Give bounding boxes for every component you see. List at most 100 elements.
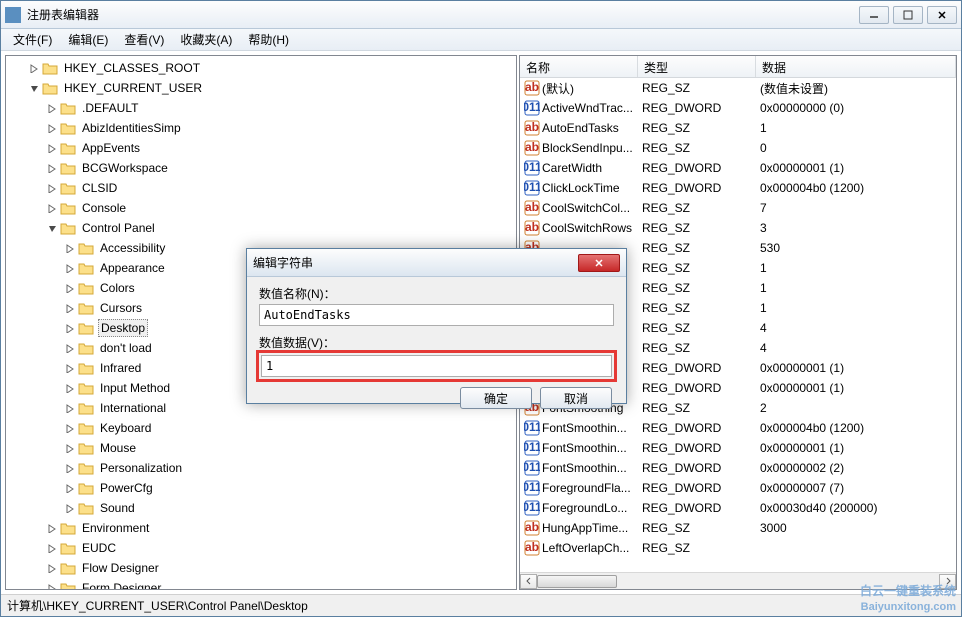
tree-item[interactable]: .DEFAULT [6, 98, 516, 118]
expand-icon[interactable] [28, 62, 40, 74]
expand-icon[interactable] [64, 242, 76, 254]
ok-button[interactable]: 确定 [460, 387, 532, 409]
table-row[interactable]: ForegroundLo...REG_DWORD0x00030d40 (2000… [520, 498, 956, 518]
expand-icon[interactable] [46, 542, 58, 554]
expand-icon[interactable] [64, 422, 76, 434]
expand-icon[interactable] [46, 162, 58, 174]
expand-icon[interactable] [46, 182, 58, 194]
tree-item[interactable]: EUDC [6, 538, 516, 558]
tree-item[interactable]: Flow Designer [6, 558, 516, 578]
tree-label[interactable]: Sound [98, 500, 137, 516]
tree-item[interactable]: CLSID [6, 178, 516, 198]
tree-label[interactable]: Infrared [98, 360, 143, 376]
tree-label[interactable]: don't load [98, 340, 154, 356]
tree-label[interactable]: Control Panel [80, 220, 157, 236]
tree-label[interactable]: Personalization [98, 460, 184, 476]
maximize-button[interactable] [893, 6, 923, 24]
tree-label[interactable]: AppEvents [80, 140, 142, 156]
tree-label[interactable]: HKEY_CLASSES_ROOT [62, 60, 202, 76]
tree-label[interactable]: EUDC [80, 540, 118, 556]
tree-label[interactable]: BCGWorkspace [80, 160, 170, 176]
menu-view[interactable]: 查看(V) [116, 29, 172, 50]
menu-favorites[interactable]: 收藏夹(A) [172, 29, 240, 50]
tree-label[interactable]: Appearance [98, 260, 167, 276]
expand-icon[interactable] [64, 462, 76, 474]
table-row[interactable]: HungAppTime...REG_SZ3000 [520, 518, 956, 538]
tree-label[interactable]: AbizIdentitiesSimp [80, 120, 183, 136]
tree-label[interactable]: International [98, 400, 168, 416]
table-row[interactable]: CoolSwitchRowsREG_SZ3 [520, 218, 956, 238]
tree-item[interactable]: BCGWorkspace [6, 158, 516, 178]
expand-icon[interactable] [64, 342, 76, 354]
tree-item[interactable]: AppEvents [6, 138, 516, 158]
tree-label[interactable]: Form Designer [80, 580, 163, 590]
tree-label[interactable]: .DEFAULT [80, 100, 140, 116]
tree-item[interactable]: HKEY_CURRENT_USER [6, 78, 516, 98]
expand-icon[interactable] [46, 122, 58, 134]
table-row[interactable]: ClickLockTimeREG_DWORD0x000004b0 (1200) [520, 178, 956, 198]
expand-icon[interactable] [46, 582, 58, 590]
expand-icon[interactable] [64, 482, 76, 494]
collapse-icon[interactable] [28, 82, 40, 94]
tree-label[interactable]: PowerCfg [98, 480, 155, 496]
tree-label[interactable]: Colors [98, 280, 137, 296]
table-row[interactable]: FontSmoothin...REG_DWORD0x00000001 (1) [520, 438, 956, 458]
tree-item[interactable]: HKEY_CLASSES_ROOT [6, 58, 516, 78]
expand-icon[interactable] [64, 502, 76, 514]
tree-label[interactable]: Desktop [98, 319, 148, 337]
col-header-name[interactable]: 名称 [520, 56, 638, 77]
tree-item[interactable]: AbizIdentitiesSimp [6, 118, 516, 138]
expand-icon[interactable] [46, 202, 58, 214]
close-button[interactable] [927, 6, 957, 24]
tree-item[interactable]: Keyboard [6, 418, 516, 438]
tree-item[interactable]: Environment [6, 518, 516, 538]
expand-icon[interactable] [46, 102, 58, 114]
table-row[interactable]: LeftOverlapCh...REG_SZ [520, 538, 956, 558]
scroll-left-button[interactable] [520, 574, 537, 589]
table-row[interactable]: ForegroundFla...REG_DWORD0x00000007 (7) [520, 478, 956, 498]
tree-label[interactable]: Accessibility [98, 240, 167, 256]
expand-icon[interactable] [64, 362, 76, 374]
dialog-close-button[interactable] [578, 254, 620, 272]
table-row[interactable]: CaretWidthREG_DWORD0x00000001 (1) [520, 158, 956, 178]
tree-label[interactable]: Environment [80, 520, 151, 536]
tree-item[interactable]: Personalization [6, 458, 516, 478]
tree-item[interactable]: Sound [6, 498, 516, 518]
tree-item[interactable]: Console [6, 198, 516, 218]
tree-label[interactable]: CLSID [80, 180, 119, 196]
table-row[interactable]: FontSmoothin...REG_DWORD0x000004b0 (1200… [520, 418, 956, 438]
tree-label[interactable]: Flow Designer [80, 560, 161, 576]
minimize-button[interactable] [859, 6, 889, 24]
tree-item[interactable]: Form Designer [6, 578, 516, 590]
table-row[interactable]: AutoEndTasksREG_SZ1 [520, 118, 956, 138]
tree-label[interactable]: Keyboard [98, 420, 153, 436]
tree-item[interactable]: Control Panel [6, 218, 516, 238]
tree-label[interactable]: Console [80, 200, 128, 216]
tree-label[interactable]: Input Method [98, 380, 172, 396]
tree-item[interactable]: Mouse [6, 438, 516, 458]
expand-icon[interactable] [64, 322, 76, 334]
tree-item[interactable]: PowerCfg [6, 478, 516, 498]
table-row[interactable]: BlockSendInpu...REG_SZ0 [520, 138, 956, 158]
expand-icon[interactable] [64, 382, 76, 394]
col-header-type[interactable]: 类型 [638, 56, 756, 77]
expand-icon[interactable] [64, 302, 76, 314]
cancel-button[interactable]: 取消 [540, 387, 612, 409]
expand-icon[interactable] [64, 282, 76, 294]
table-row[interactable]: (默认)REG_SZ(数值未设置) [520, 78, 956, 98]
tree-label[interactable]: Cursors [98, 300, 144, 316]
expand-icon[interactable] [64, 402, 76, 414]
expand-icon[interactable] [64, 262, 76, 274]
table-row[interactable]: ActiveWndTrac...REG_DWORD0x00000000 (0) [520, 98, 956, 118]
expand-icon[interactable] [46, 562, 58, 574]
menu-help[interactable]: 帮助(H) [240, 29, 297, 50]
value-data-field[interactable] [261, 355, 612, 377]
expand-icon[interactable] [46, 522, 58, 534]
expand-icon[interactable] [46, 142, 58, 154]
scroll-thumb[interactable] [537, 575, 617, 588]
tree-label[interactable]: HKEY_CURRENT_USER [62, 80, 204, 96]
menu-file[interactable]: 文件(F) [5, 29, 60, 50]
menu-edit[interactable]: 编辑(E) [60, 29, 116, 50]
dialog-titlebar[interactable]: 编辑字符串 [247, 249, 626, 277]
tree-label[interactable]: Mouse [98, 440, 138, 456]
